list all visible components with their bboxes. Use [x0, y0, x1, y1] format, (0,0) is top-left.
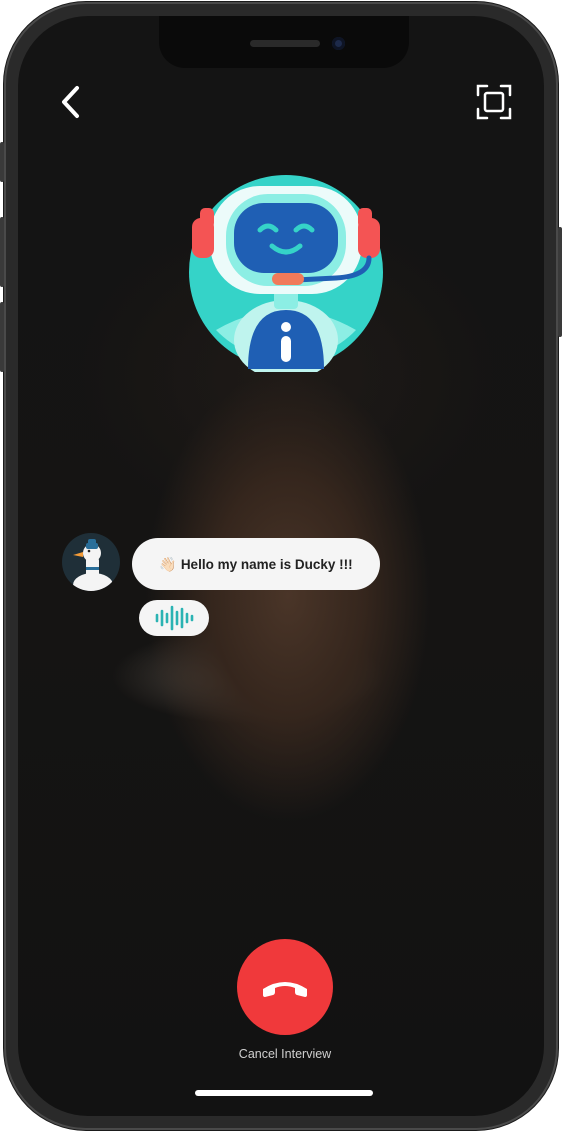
message-bubble: 👋🏻 Hello my name is Ducky !!!	[132, 538, 380, 590]
cancel-interview-label: Cancel Interview	[238, 1047, 332, 1061]
volume-up-button	[0, 217, 4, 287]
fullscreen-frame-icon	[476, 84, 512, 120]
robot-headset-icon	[189, 175, 383, 372]
end-call-button[interactable]	[237, 939, 333, 1035]
phone-frame: 👋🏻 Hello my name is Ducky !!! Cancel Int…	[0, 2, 562, 1130]
duck-avatar-icon	[73, 539, 113, 591]
volume-down-button	[0, 302, 4, 372]
earpiece-speaker	[250, 40, 320, 47]
audio-waveform-icon	[155, 605, 194, 631]
chevron-left-icon	[62, 86, 79, 118]
phone-hangup-icon	[263, 982, 307, 997]
video-call-screen: 👋🏻 Hello my name is Ducky !!! Cancel Int…	[18, 16, 544, 1116]
silent-switch	[0, 142, 4, 182]
home-indicator[interactable]	[195, 1090, 373, 1096]
voice-message-button[interactable]	[139, 600, 209, 636]
back-button[interactable]	[50, 82, 90, 122]
front-camera	[332, 37, 345, 50]
waving-hand-emoji: 👋🏻	[159, 555, 177, 572]
notch	[159, 16, 409, 68]
message-text: Hello my name is Ducky !!!	[180, 556, 353, 572]
power-button	[558, 227, 562, 337]
ducky-avatar	[62, 533, 120, 591]
fullscreen-button[interactable]	[472, 80, 516, 124]
